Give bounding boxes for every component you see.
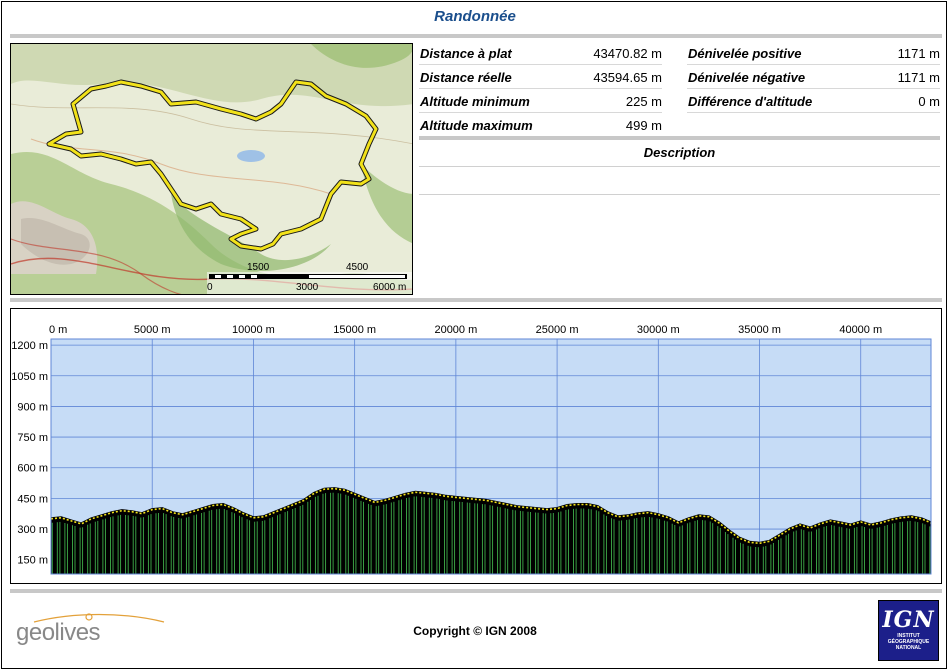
x-tick-label: 25000 m: [536, 324, 579, 336]
y-tick-label: 1050 m: [11, 371, 48, 383]
description-rule: [419, 166, 940, 167]
elevation-chart: 150 m 300 m 450 m 600 m 750 m 900 m 1050 m 1200…: [11, 324, 932, 575]
stat-row: Altitude maximum 499 m: [419, 114, 662, 137]
description-title: Description: [643, 145, 716, 160]
description-divider: [419, 136, 940, 140]
stat-row: Différence d'altitude 0 m: [687, 90, 940, 113]
footer-divider: [10, 589, 942, 593]
x-tick-label: 15000 m: [333, 324, 376, 336]
y-tick-label: 1200 m: [11, 340, 48, 352]
y-tick-label: 600 m: [17, 463, 48, 475]
x-tick-label: 10000 m: [232, 324, 275, 336]
x-tick-label: 30000 m: [637, 324, 680, 336]
stat-value: 0 m: [918, 94, 940, 109]
y-tick-label: 450 m: [17, 493, 48, 505]
x-tick-label: 20000 m: [434, 324, 477, 336]
y-tick-label: 150 m: [17, 555, 48, 567]
stat-label: Altitude maximum: [420, 118, 533, 133]
stat-value: 43594.65 m: [593, 70, 662, 85]
stat-value: 43470.82 m: [593, 46, 662, 61]
scale-label: 3000: [296, 282, 319, 293]
stat-label: Altitude minimum: [420, 94, 530, 109]
x-tick-label: 40000 m: [839, 324, 882, 336]
map-svg: 1500 4500 0 3000 6000 m: [11, 44, 412, 294]
stat-label: Distance à plat: [420, 46, 512, 61]
stat-label: Différence d'altitude: [688, 94, 813, 109]
page-title: Randonnée: [434, 8, 516, 25]
copyright: Copyright © IGN 2008: [413, 624, 537, 638]
stat-value: 499 m: [625, 118, 662, 133]
scale-label: 1500: [247, 262, 270, 273]
stat-value: 1171 m: [897, 46, 940, 61]
y-tick-label: 300 m: [17, 524, 48, 536]
page-frame: Randonnée 1500 4500 0 3000 6000 m Distan…: [1, 1, 947, 669]
y-tick-label: 900 m: [17, 401, 48, 413]
stat-row: Distance à plat 43470.82 m: [419, 42, 662, 65]
scale-label: 4500: [346, 262, 369, 273]
stat-row: Dénivelée négative 1171 m: [687, 66, 940, 89]
route-map[interactable]: 1500 4500 0 3000 6000 m: [10, 43, 413, 295]
profile-divider: [10, 298, 942, 302]
x-tick-label: 35000 m: [738, 324, 781, 336]
description-text: [419, 194, 940, 195]
scale-label: 0: [207, 282, 213, 293]
stat-row: Dénivelée positive 1171 m: [687, 42, 940, 65]
stat-value: 1171 m: [897, 70, 940, 85]
x-tick-label: 5000 m: [134, 324, 171, 336]
scale-label: 6000 m: [373, 282, 406, 293]
title-divider: [10, 34, 942, 38]
stat-row: Altitude minimum 225 m: [419, 90, 662, 113]
ign-subtitle: NATIONAL: [895, 645, 922, 651]
elevation-profile[interactable]: 150 m 300 m 450 m 600 m 750 m 900 m 1050 m 1200…: [10, 308, 942, 584]
y-tick-label: 750 m: [17, 432, 48, 444]
ign-logo-text: IGN: [882, 607, 935, 633]
stat-label: Dénivelée négative: [688, 70, 806, 85]
stat-value: 225 m: [625, 94, 662, 109]
stat-row: Distance réelle 43594.65 m: [419, 66, 662, 89]
stat-label: Dénivelée positive: [688, 46, 802, 61]
stat-label: Distance réelle: [420, 70, 512, 85]
ign-logo[interactable]: IGN INSTITUT GÉOGRAPHIQUE NATIONAL: [878, 600, 939, 661]
x-tick-label: 0 m: [49, 324, 67, 336]
